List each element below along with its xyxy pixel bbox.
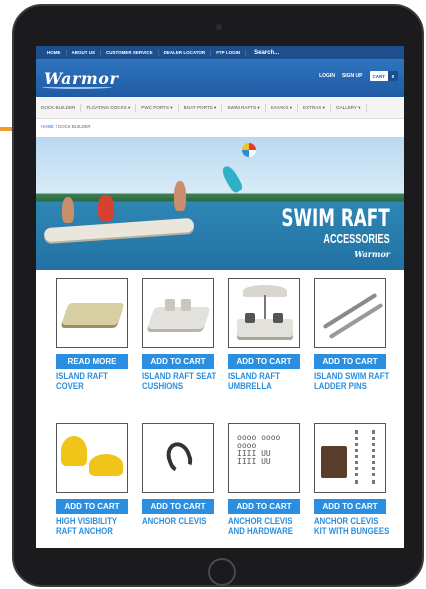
cart-label: CART (372, 73, 386, 79)
add-to-cart-button[interactable]: ADD TO CART (314, 499, 386, 514)
add-to-cart-button[interactable]: ADD TO CART (142, 354, 214, 369)
nav-boat-ports[interactable]: BOAT PORTS ▾ (179, 103, 223, 112)
add-to-cart-button[interactable]: ADD TO CART (142, 499, 214, 514)
product-card: ADD TO CART ISLAND SWIM RAFT LADDER PINS (314, 278, 392, 392)
nav-gallery[interactable]: GALLERY ▾ (331, 103, 367, 112)
nav-pwc-ports[interactable]: PWC PORTS ▾ (136, 103, 179, 112)
product-card: ADD TO CART HIGH VISIBILITY RAFT ANCHOR (56, 423, 134, 537)
product-name[interactable]: ANCHOR CLEVIS AND HARDWARE (228, 517, 303, 537)
add-to-cart-button[interactable]: ADD TO CART (314, 354, 386, 369)
site-header: Warmor LOGIN SIGN UP CART 0 (36, 59, 404, 97)
nav-swim-rafts[interactable]: SWIM RAFTS ▾ (222, 103, 266, 112)
product-name[interactable]: ISLAND RAFT COVER (56, 372, 131, 392)
breadcrumb: HOME \ DOCK BUILDER (36, 119, 404, 133)
topnav-about-link[interactable]: ABOUT US (67, 49, 101, 56)
hero-banner: SWIM RAFT ACCESSORIES Warmor (36, 137, 404, 270)
topnav-customer-service-link[interactable]: CUSTOMER SERVICE (101, 49, 159, 56)
nav-floating-docks[interactable]: FLOATING DOCKS ▾ (81, 103, 137, 112)
raft-anchor-image[interactable] (56, 423, 128, 493)
topnav-ftp-login-link[interactable]: FTP LOGIN (211, 49, 247, 56)
banner-title: SWIM RAFT (281, 204, 390, 232)
beach-ball-icon (242, 143, 256, 157)
product-card: oooo oooo oooo IIII UU IIII UU ADD TO CART … (228, 423, 306, 537)
main-nav: DOCK BUILDER FLOATING DOCKS ▾ PWC PORTS … (36, 97, 404, 119)
product-card: ADD TO CART ISLAND RAFT SEAT CUSHIONS (142, 278, 220, 392)
breadcrumb-current: \ DOCK BUILDER (55, 123, 91, 129)
home-button[interactable] (208, 558, 236, 586)
product-name[interactable]: ISLAND RAFT UMBRELLA (228, 372, 303, 392)
nav-extras[interactable]: EXTRAS ▾ (298, 103, 331, 112)
search-input[interactable]: Search... (254, 50, 279, 56)
nav-dock-builder[interactable]: DOCK BUILDER (36, 103, 82, 112)
product-name[interactable]: ANCHOR CLEVIS (142, 517, 217, 527)
add-to-cart-button[interactable]: ADD TO CART (228, 499, 300, 514)
product-name[interactable]: HIGH VISIBILITY RAFT ANCHOR (56, 517, 131, 537)
topnav-home-link[interactable]: HOME (42, 49, 67, 56)
cart-button[interactable]: CART 0 (369, 71, 398, 81)
person-figure (62, 197, 74, 223)
product-card: ADD TO CART ANCHOR CLEVIS KIT WITH BUNGE… (314, 423, 392, 537)
logo-swoosh-icon (42, 85, 112, 89)
account-links: LOGIN SIGN UP CART 0 (319, 71, 398, 81)
topnav-dealer-locator-link[interactable]: DEALER LOCATOR (159, 49, 212, 56)
add-to-cart-button[interactable]: ADD TO CART (228, 354, 300, 369)
product-row: READ MORE ISLAND RAFT COVER ADD TO CART … (36, 278, 404, 418)
top-utility-nav: HOME ABOUT US CUSTOMER SERVICE DEALER LO… (36, 46, 404, 59)
banner-logo: Warmor (354, 249, 390, 259)
read-more-button[interactable]: READ MORE (56, 354, 128, 369)
person-figure (219, 163, 245, 195)
raft-cover-image[interactable] (56, 278, 128, 348)
person-figure (98, 195, 114, 221)
add-to-cart-button[interactable]: ADD TO CART (56, 499, 128, 514)
tablet-screen: HOME ABOUT US CUSTOMER SERVICE DEALER LO… (36, 46, 404, 548)
seat-cushions-image[interactable] (142, 278, 214, 348)
clevis-kit-image[interactable] (314, 423, 386, 493)
ladder-pins-image[interactable] (314, 278, 386, 348)
person-figure (174, 181, 186, 211)
product-name[interactable]: ANCHOR CLEVIS KIT WITH BUNGEES (314, 517, 389, 537)
banner-subtitle: ACCESSORIES (323, 231, 390, 246)
product-card: ADD TO CART ISLAND RAFT UMBRELLA (228, 278, 306, 392)
login-link[interactable]: LOGIN (319, 73, 335, 79)
product-name[interactable]: ISLAND SWIM RAFT LADDER PINS (314, 372, 389, 392)
product-card: READ MORE ISLAND RAFT COVER (56, 278, 134, 392)
product-row: ADD TO CART HIGH VISIBILITY RAFT ANCHOR … (36, 423, 404, 548)
product-name[interactable]: ISLAND RAFT SEAT CUSHIONS (142, 372, 217, 392)
signup-link[interactable]: SIGN UP (342, 73, 363, 79)
product-card: ADD TO CART ANCHOR CLEVIS (142, 423, 220, 527)
nav-kayaks[interactable]: KAYAKS ▾ (266, 103, 299, 112)
breadcrumb-home-link[interactable]: HOME (41, 124, 54, 129)
anchor-clevis-image[interactable] (142, 423, 214, 493)
clevis-hardware-image[interactable]: oooo oooo oooo IIII UU IIII UU (228, 423, 300, 493)
umbrella-image[interactable] (228, 278, 300, 348)
camera-icon (216, 24, 222, 30)
cart-count-badge: 0 (388, 71, 398, 81)
